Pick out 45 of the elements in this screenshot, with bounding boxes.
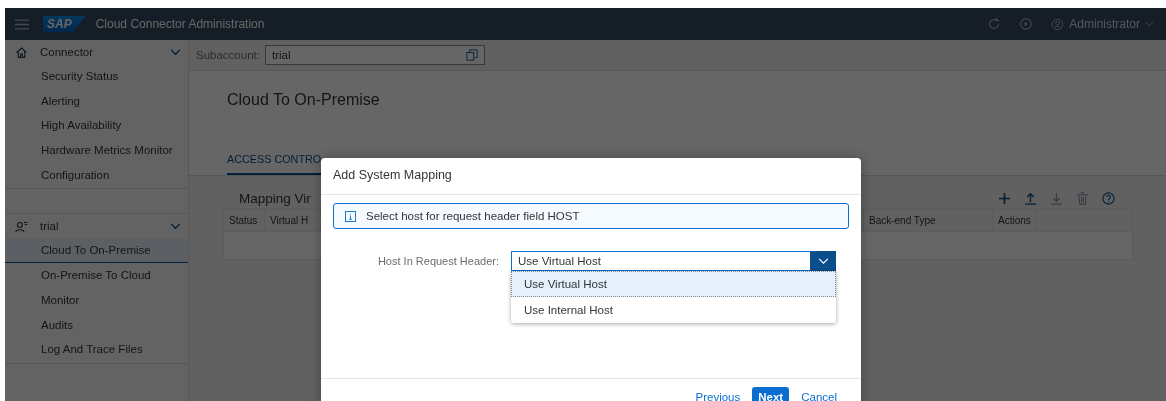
chevron-down-icon[interactable] [817,257,829,265]
next-button[interactable]: Next [752,387,790,401]
caret-icon [1145,21,1154,27]
nav-item[interactable]: Hardware Metrics Monitor [5,138,188,163]
column-header: Actions [993,209,1037,231]
nav-item[interactable]: High Availability [5,113,188,139]
host-select[interactable]: Use Virtual Host [511,251,836,271]
app-title: Cloud Connector Administration [95,17,265,31]
nav-item[interactable]: Audits [5,312,188,338]
play-circle-icon[interactable] [1019,17,1034,31]
menu-icon[interactable] [15,18,29,30]
nav-item[interactable]: Configuration [5,162,188,188]
upload-icon[interactable] [1024,191,1037,205]
dropdown-option[interactable]: Use Virtual Host [511,271,836,297]
dropdown-option[interactable]: Use Internal Host [511,297,836,323]
nav-item[interactable]: Cloud To On-Premise [5,238,188,264]
dialog-title: Add System Mapping [321,158,861,195]
home-icon [15,45,28,59]
info-text: Select host for request header field HOST [366,210,580,222]
nav-group-label: trial [40,220,60,233]
nav-item[interactable]: Alerting [5,88,188,114]
section-title: Mapping Vir [239,190,311,206]
nav-item[interactable]: Log And Trace Files [5,337,188,362]
page-title: Cloud To On-Premise [189,71,1166,145]
footer-button[interactable]: Cancel [795,387,843,401]
chevron-icon[interactable] [170,222,181,230]
column-header: Back-end Type [864,209,993,231]
nav-item[interactable]: On-Premise To Cloud [5,263,188,288]
user-icon [15,219,28,233]
help-icon[interactable] [1102,191,1115,205]
copy-icon[interactable] [465,49,478,61]
nav-group-header[interactable]: Connector [5,40,188,64]
refresh-icon[interactable] [987,17,1002,31]
subaccount-field[interactable]: trial [264,45,485,65]
add-icon[interactable] [998,191,1011,205]
nav-item[interactable]: Monitor [5,287,188,313]
field-label: Host In Request Header: [376,254,499,269]
column-header: Status [224,209,265,231]
nav-item[interactable]: Security Status [5,64,188,89]
logo: SAP [43,16,86,32]
footer-button[interactable]: Previous [689,387,747,401]
chevron-icon[interactable] [170,48,181,56]
nav-group-label: Connector [40,46,95,58]
info-icon [345,210,356,222]
user-icon [1051,17,1065,31]
